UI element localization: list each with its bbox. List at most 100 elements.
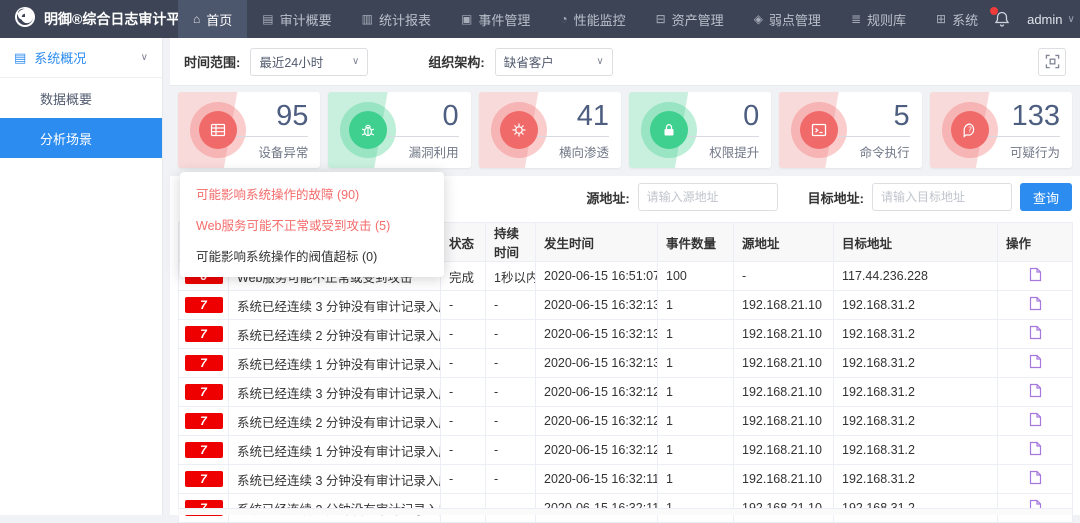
table-row: 7系统已经连续 2 分钟没有审计记录入库--2020-06-15 16:32:1… (179, 407, 1073, 436)
nav-item-weakness-mgmt[interactable]: ◈ 弱点管理 (739, 0, 836, 38)
stat-value: 0 (369, 100, 459, 133)
fullscreen-button[interactable] (1038, 48, 1066, 76)
event-name: 系统已经连续 3 分钟没有审计记录入库 (229, 291, 441, 320)
org-select[interactable]: 缺省客户 ∨ (495, 48, 613, 76)
event-name: 系统已经连续 1 分钟没有审计记录入库 (229, 349, 441, 378)
filter-bar: 时间范围: 最近24小时 ∨ 组织架构: 缺省客户 ∨ (170, 38, 1080, 86)
event-duration: - (486, 436, 536, 465)
nav-item-label: 审计概要 (280, 10, 332, 29)
target-address: 192.168.31.2 (834, 349, 998, 378)
event-count: 1 (658, 378, 734, 407)
source-address: 192.168.21.10 (734, 291, 834, 320)
event-count: 1 (658, 407, 734, 436)
src-address-input[interactable] (638, 183, 778, 211)
column-header: 状态 (441, 223, 486, 262)
stat-divider (236, 136, 308, 137)
stat-card[interactable]: 0漏洞利用 (328, 92, 470, 168)
target-address: 192.168.31.2 (834, 378, 998, 407)
target-address: 192.168.31.2 (834, 465, 998, 494)
detail-doc-icon[interactable] (1029, 325, 1042, 340)
nav-item-label: 统计报表 (379, 10, 431, 29)
event-count: 100 (658, 262, 734, 291)
column-header: 目标地址 (834, 223, 998, 262)
stat-label: 命令执行 (820, 142, 910, 161)
dropdown-item[interactable]: Web服务可能不正常或受到攻击 (5) (180, 209, 444, 240)
alert-type-dropdown: 可能影响系统操作的故障 (90)Web服务可能不正常或受到攻击 (5)可能影响系… (180, 172, 444, 277)
home-icon: ⌂ (193, 12, 200, 26)
dropdown-item[interactable]: 可能影响系统操作的故障 (90) (180, 178, 444, 209)
detail-doc-icon[interactable] (1029, 354, 1042, 369)
risk-level-badge: 7 (185, 297, 223, 313)
event-status: - (441, 349, 486, 378)
chevron-down-icon: ∨ (352, 56, 359, 67)
stat-card[interactable]: 95设备异常 (178, 92, 320, 168)
stat-card[interactable]: ?133可疑行为 (930, 92, 1072, 168)
dst-address-input[interactable] (872, 183, 1012, 211)
nav-item-event-mgmt[interactable]: ▣事件管理 (446, 0, 545, 38)
column-header: 事件数量 (658, 223, 734, 262)
stat-value: 5 (820, 100, 910, 133)
event-duration: - (486, 320, 536, 349)
event-name: 系统已经连续 2 分钟没有审计记录入库 (229, 407, 441, 436)
sidebar-item[interactable]: 数据概要 (0, 78, 162, 118)
risk-level-badge: 7 (185, 442, 223, 458)
nav-item-label: 首页 (206, 10, 232, 29)
detail-doc-icon[interactable] (1029, 383, 1042, 398)
stat-label: 可疑行为 (970, 142, 1060, 161)
detail-doc-icon[interactable] (1029, 470, 1042, 485)
doc-icon: ▤ (14, 50, 26, 66)
target-address: 192.168.31.2 (834, 407, 998, 436)
time-range-select[interactable]: 最近24小时 ∨ (250, 48, 368, 76)
event-status: - (441, 291, 486, 320)
nav-item-label: 系统 (952, 10, 978, 29)
event-status: - (441, 436, 486, 465)
stat-divider (687, 136, 759, 137)
logo-icon (14, 6, 36, 33)
event-count: 1 (658, 465, 734, 494)
query-button[interactable]: 查询 (1020, 183, 1072, 211)
nav-item-perf-monitor[interactable]: ◔性能监控 (545, 0, 640, 38)
nav-item-stats-report[interactable]: ▥ 统计报表 (347, 0, 446, 38)
event-name: 系统已经连续 1 分钟没有审计记录入库 (229, 436, 441, 465)
stat-card[interactable]: 41横向渗透 (479, 92, 621, 168)
stat-divider (387, 136, 459, 137)
brand: 明御®综合日志审计平台 (0, 0, 178, 38)
diamond-icon: ◈ (754, 12, 763, 26)
stat-card[interactable]: 0权限提升 (629, 92, 771, 168)
nav-item-system[interactable]: ⊞ 系统 (921, 0, 993, 38)
event-time: 2020-06-15 16:32:13 (536, 291, 658, 320)
event-status: - (441, 407, 486, 436)
stat-divider (988, 136, 1060, 137)
stat-cards: 95设备异常0漏洞利用41横向渗透0权限提升 5 命令执行 ?133可疑行为 (178, 92, 1072, 168)
stat-card[interactable]: 5 命令执行 (779, 92, 921, 168)
detail-doc-icon[interactable] (1029, 412, 1042, 427)
nav-right: admin ∨ (993, 0, 1080, 38)
sidebar-item[interactable]: 分析场景 (0, 118, 162, 158)
source-address: 192.168.21.10 (734, 465, 834, 494)
gauge-icon: ◔ (560, 12, 567, 26)
nav-item-label: 事件管理 (478, 10, 530, 29)
user-menu[interactable]: admin ∨ (1027, 12, 1075, 27)
nav-item-asset-mgmt[interactable]: ⊟资产管理 (641, 0, 739, 38)
dst-address-label: 目标地址: (808, 188, 864, 207)
event-count: 1 (658, 436, 734, 465)
stat-value: 0 (669, 100, 759, 133)
detail-doc-icon[interactable] (1029, 296, 1042, 311)
dropdown-item[interactable]: 可能影响系统操作的阀值超标 (0) (180, 240, 444, 271)
nav-item-audit-summary[interactable]: ▤审计概要 (247, 0, 346, 38)
rules-icon: ≣ (851, 12, 861, 26)
nav-item-rule-lib[interactable]: ≣ 规则库 (836, 0, 921, 38)
event-duration: - (486, 291, 536, 320)
nav-item-label: 弱点管理 (769, 10, 821, 29)
detail-doc-icon[interactable] (1029, 441, 1042, 456)
detail-doc-icon[interactable] (1029, 267, 1042, 282)
notification-bell-icon[interactable] (993, 10, 1011, 28)
grid-icon: ⊞ (936, 12, 946, 26)
target-address: 192.168.31.2 (834, 320, 998, 349)
sidebar-group-system-overview[interactable]: ▤ 系统概况 ∨ (0, 38, 162, 78)
bar-chart-icon: ▥ (362, 12, 373, 26)
risk-level-badge: 7 (185, 384, 223, 400)
database-icon: ⊟ (656, 12, 666, 26)
nav-item-home[interactable]: ⌂ 首页 (178, 0, 247, 38)
nav-item-label: 规则库 (867, 10, 906, 29)
